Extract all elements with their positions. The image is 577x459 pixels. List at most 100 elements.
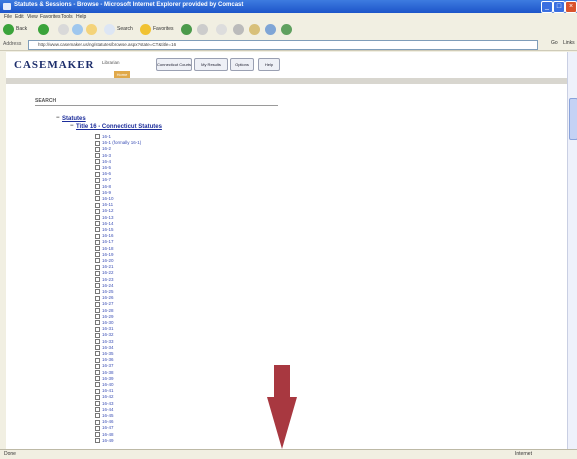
edit-icon[interactable] [249, 24, 260, 35]
section-link[interactable]: 16-36 [95, 357, 114, 363]
go-button[interactable]: Go [551, 40, 558, 46]
section-link[interactable]: 16-33 [95, 339, 114, 344]
expand-icon[interactable] [95, 413, 100, 419]
expand-icon[interactable] [95, 258, 100, 264]
expand-icon[interactable] [95, 357, 100, 363]
collapse-icon[interactable]: − [70, 123, 74, 129]
expand-icon[interactable] [95, 345, 100, 351]
section-link[interactable]: 16-1 (formally 16-1) [95, 140, 141, 146]
expand-icon[interactable] [95, 338, 100, 344]
expand-icon[interactable] [95, 388, 100, 394]
section-link[interactable]: 16-13 [95, 215, 114, 220]
menu-view[interactable]: View [27, 14, 38, 20]
section-link[interactable]: 16-32 [95, 332, 114, 338]
expand-icon[interactable] [95, 264, 100, 270]
section-link[interactable]: 16-25 [95, 289, 114, 295]
expand-icon[interactable] [95, 351, 100, 357]
forward-icon[interactable] [38, 24, 49, 35]
section-link[interactable]: 16-30 [95, 320, 114, 326]
expand-icon[interactable] [95, 425, 100, 431]
section-link[interactable]: 16-40 [95, 382, 114, 388]
menu-help[interactable]: Help [76, 14, 86, 20]
expand-icon[interactable] [95, 214, 100, 220]
expand-icon[interactable] [95, 196, 100, 202]
section-link[interactable]: 16-21 [95, 264, 114, 270]
expand-icon[interactable] [95, 400, 100, 406]
expand-icon[interactable] [95, 289, 100, 295]
home-icon[interactable] [86, 24, 97, 35]
section-link[interactable]: 16-27 [95, 301, 114, 307]
section-link[interactable]: 16-14 [95, 221, 114, 227]
menu-file[interactable]: File [4, 14, 12, 20]
section-link[interactable]: 16-31 [95, 326, 114, 332]
close-button[interactable]: × [565, 1, 577, 13]
minimize-button[interactable]: _ [541, 1, 553, 13]
section-link[interactable]: 16-26 [95, 295, 114, 301]
expand-icon[interactable] [95, 233, 100, 239]
expand-icon[interactable] [95, 314, 100, 320]
back-button[interactable]: Back [16, 24, 27, 35]
expand-icon[interactable] [95, 307, 100, 313]
help-button[interactable]: Help [258, 58, 280, 71]
section-link[interactable]: 16-7 [95, 177, 111, 183]
expand-icon[interactable] [95, 221, 100, 227]
messenger-icon[interactable] [281, 24, 292, 35]
maximize-button[interactable]: □ [553, 1, 565, 13]
expand-icon[interactable] [95, 134, 100, 140]
section-link[interactable]: 16-23 [95, 277, 114, 282]
scroll-thumb[interactable] [569, 98, 577, 140]
section-link[interactable]: 16-15 [95, 227, 114, 233]
expand-icon[interactable] [95, 295, 100, 301]
section-link[interactable]: 16-47 [95, 425, 114, 431]
expand-icon[interactable] [95, 283, 100, 289]
expand-icon[interactable] [95, 165, 100, 171]
expand-icon[interactable] [95, 369, 100, 375]
tree-title-link[interactable]: Title 16 - Connecticut Statutes [76, 124, 162, 130]
refresh-icon[interactable] [72, 24, 83, 35]
section-link[interactable]: 16-22 [95, 270, 114, 276]
section-link[interactable]: 16-18 [95, 246, 114, 251]
mail-icon[interactable] [216, 24, 227, 35]
section-link[interactable]: 16-17 [95, 239, 114, 245]
section-link[interactable]: 16-5 [95, 165, 111, 171]
expand-icon[interactable] [95, 407, 100, 413]
section-link[interactable]: 16-4 [95, 159, 111, 165]
discuss-icon[interactable] [265, 24, 276, 35]
menu-favorites[interactable]: Favorites [40, 14, 61, 20]
section-link[interactable]: 16-8 [95, 184, 111, 189]
menu-edit[interactable]: Edit [15, 14, 24, 20]
search-button[interactable]: Search [117, 24, 133, 35]
expand-icon[interactable] [95, 382, 100, 388]
expand-icon[interactable] [95, 276, 100, 282]
section-link[interactable]: 16-39 [95, 376, 114, 382]
section-link[interactable]: 16-9 [95, 190, 111, 196]
favorites-icon[interactable] [140, 24, 151, 35]
results-button[interactable]: My Results [194, 58, 228, 71]
section-link[interactable]: 16-11 [95, 202, 113, 208]
favorites-button[interactable]: Favorites [153, 24, 174, 35]
home-tab[interactable]: Home [114, 71, 130, 78]
section-link[interactable]: 16-1 [95, 134, 111, 140]
expand-icon[interactable] [95, 438, 100, 444]
section-link[interactable]: 16-49 [95, 438, 114, 444]
section-link[interactable]: 16-24 [95, 283, 114, 289]
expand-icon[interactable] [95, 177, 100, 183]
section-link[interactable]: 16-20 [95, 258, 114, 264]
expand-icon[interactable] [95, 171, 100, 177]
section-link[interactable]: 16-2 [95, 146, 111, 152]
expand-icon[interactable] [95, 202, 100, 208]
expand-icon[interactable] [95, 245, 100, 251]
expand-icon[interactable] [95, 159, 100, 165]
expand-icon[interactable] [95, 394, 100, 400]
courts-button[interactable]: Connecticut Courts [156, 58, 192, 71]
section-link[interactable]: 16-34 [95, 345, 114, 351]
expand-icon[interactable] [95, 146, 100, 152]
collapse-icon[interactable]: − [56, 115, 60, 121]
section-link[interactable]: 16-44 [95, 407, 114, 413]
expand-icon[interactable] [95, 301, 100, 307]
section-link[interactable]: 16-41 [95, 388, 114, 394]
section-link[interactable]: 16-43 [95, 401, 114, 406]
section-link[interactable]: 16-10 [95, 196, 114, 202]
section-link[interactable]: 16-35 [95, 351, 114, 357]
section-link[interactable]: 16-48 [95, 432, 114, 437]
